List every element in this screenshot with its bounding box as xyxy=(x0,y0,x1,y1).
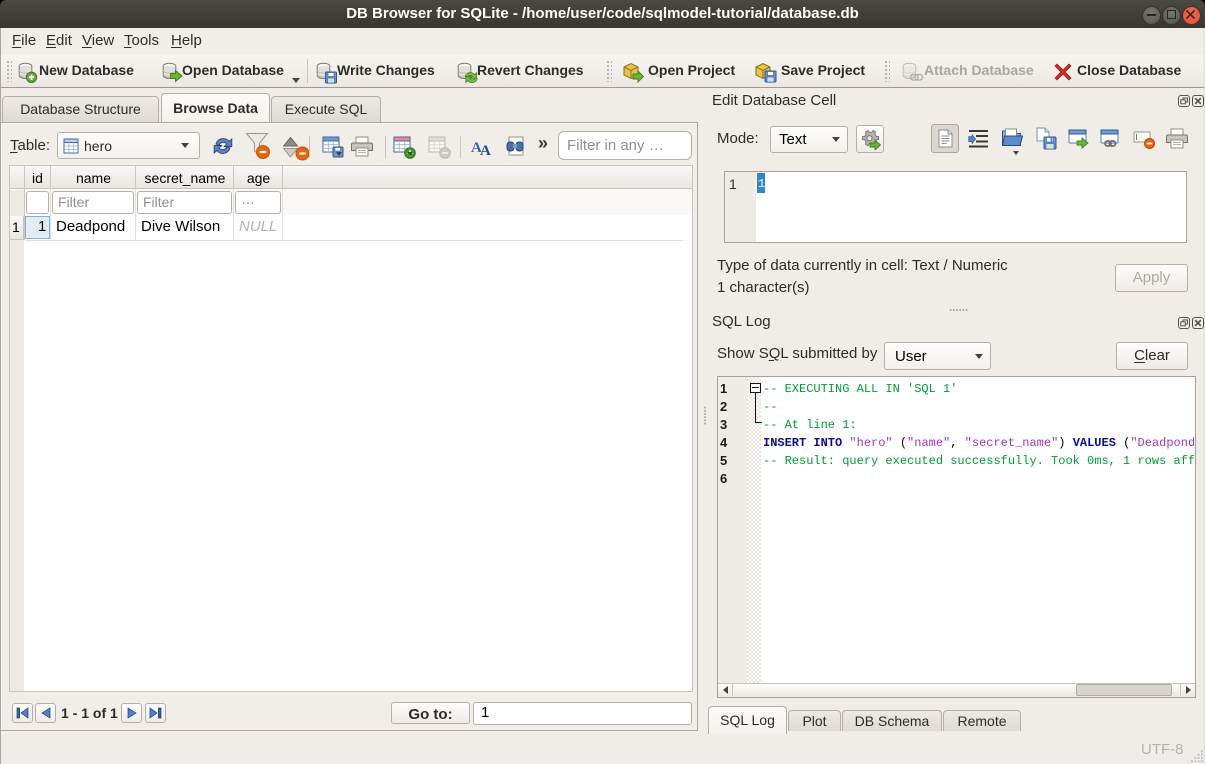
svg-text:A: A xyxy=(480,143,491,156)
